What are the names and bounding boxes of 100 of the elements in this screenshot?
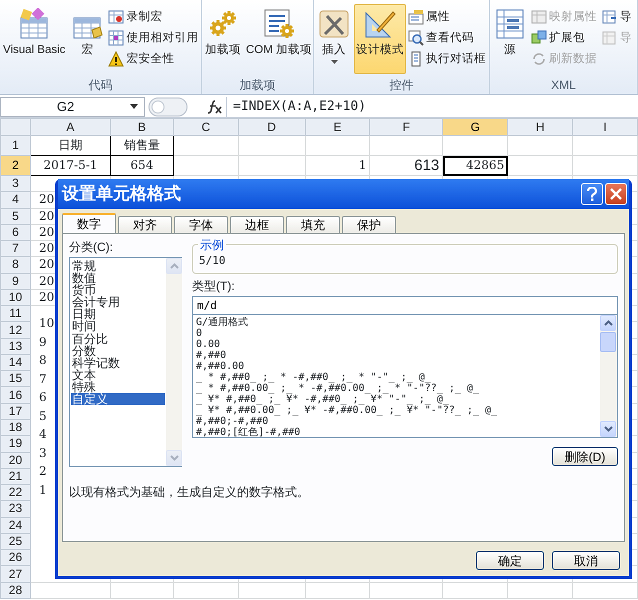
row-header[interactable]: 15 (0, 370, 30, 387)
column-header[interactable]: E (305, 118, 370, 136)
list-item[interactable]: 常规 (71, 260, 165, 272)
row-header[interactable]: 21 (0, 468, 30, 485)
dialog-button[interactable]: 确定 (476, 551, 544, 570)
table-cell[interactable]: 2017-5-1 (30, 156, 110, 176)
list-item[interactable]: G/通用格式 (196, 317, 597, 328)
row-header[interactable]: 9 (0, 273, 30, 290)
help-button[interactable] (581, 183, 603, 205)
row-header[interactable]: 25 (0, 533, 30, 550)
list-item[interactable]: 0 (196, 328, 597, 339)
ribbon-button[interactable]: 宏 (68, 4, 106, 74)
column-header[interactable]: G (442, 118, 508, 136)
ribbon-button[interactable]: 录制宏 (107, 6, 200, 27)
select-all-corner[interactable] (0, 118, 30, 136)
row-header[interactable]: 14 (0, 354, 30, 371)
ribbon-button[interactable]: 扩展包 (530, 27, 598, 48)
list-item[interactable]: _ ¥* #,##0.00_ ;_ ¥* -#,##0.00_ ;_ ¥* "-"??_ ;_ @_ (196, 405, 597, 416)
dialog-tab[interactable]: 对齐 (118, 216, 172, 233)
ribbon-button[interactable]: COM 加载项 (244, 4, 313, 74)
ribbon-button[interactable]: 使用相对引用 (107, 27, 200, 48)
formula-text[interactable]: =INDEX(A:A,E2+10) (233, 96, 366, 116)
ribbon-button[interactable]: 执行对话框 (407, 48, 487, 69)
list-item[interactable]: 货币 (71, 284, 165, 296)
scrollbar[interactable] (600, 315, 617, 437)
row-header[interactable]: 2 (0, 156, 30, 176)
row-header[interactable]: 28 (0, 582, 30, 598)
row-header[interactable]: 1 (0, 136, 30, 156)
list-item[interactable]: _ ¥* #,##0_ ;_ ¥* -#,##0_ ;_ ¥* "-"_ ;_ @_ (196, 394, 597, 405)
row-header[interactable]: 12 (0, 322, 30, 338)
row-header[interactable]: 11 (0, 306, 30, 322)
ribbon-button[interactable]: 导 (601, 6, 633, 27)
row-header[interactable]: 17 (0, 403, 30, 420)
scroll-up-icon[interactable] (604, 320, 612, 326)
row-header[interactable]: 26 (0, 550, 30, 566)
list-item[interactable]: 数值 (71, 272, 165, 284)
dialog-tab[interactable]: 保护 (342, 216, 396, 233)
list-item[interactable]: #,##0;[红色]-#,##0 (196, 427, 597, 437)
dialog-button[interactable]: 取消 (552, 551, 620, 570)
row-header[interactable]: 20 (0, 452, 30, 468)
row-header[interactable]: 13 (0, 338, 30, 354)
format-list[interactable] (192, 315, 618, 438)
table-cell[interactable]: 1 (305, 156, 370, 176)
row-header[interactable]: 19 (0, 436, 30, 452)
list-item[interactable]: 时间 (71, 320, 165, 333)
list-item[interactable]: 科学记数 (71, 356, 165, 369)
row-header[interactable]: 16 (0, 386, 30, 404)
row-header[interactable]: 10 (0, 289, 30, 306)
ribbon-button[interactable]: Visual Basic (1, 4, 68, 74)
column-header[interactable]: B (110, 118, 174, 136)
list-item[interactable]: 自定义 (71, 393, 165, 406)
list-item[interactable]: 百分比 (71, 332, 165, 345)
row-header[interactable]: 6 (0, 224, 30, 241)
list-item[interactable]: #,##0;-#,##0 (196, 416, 597, 427)
row-header[interactable]: 27 (0, 566, 30, 582)
close-button[interactable] (605, 183, 627, 205)
type-field[interactable]: m/d (192, 296, 618, 315)
row-header[interactable]: 22 (0, 484, 30, 501)
category-list[interactable]: 常规 数值 货币 会计专用 日期 时间 百分比 分数 科学记数 文本 特殊 自定义 (69, 257, 182, 467)
dialog-tab[interactable]: 数字 (62, 213, 116, 233)
table-cell[interactable]: 654 (110, 156, 174, 176)
table-cell[interactable]: 42865 (442, 156, 508, 176)
function-icon[interactable] (206, 98, 224, 114)
list-item[interactable]: _ * #,##0.00_ ;_ * -#,##0.00_ ;_ * "-"??_ ;_ @_ (196, 383, 597, 394)
column-header[interactable]: A (30, 118, 110, 136)
row-header[interactable]: 23 (0, 500, 30, 518)
dialog-tab[interactable]: 字体 (174, 216, 228, 233)
delete-button[interactable]: 删除(D) (552, 447, 618, 466)
dialog-tab[interactable]: 边框 (230, 216, 284, 233)
ribbon-button[interactable]: 设计模式 (354, 4, 406, 74)
list-item[interactable]: #,##0.00 (196, 361, 597, 372)
ribbon-button[interactable]: 属性 (407, 6, 487, 27)
column-header[interactable]: H (508, 118, 573, 136)
list-item[interactable]: 会计专用 (71, 296, 165, 308)
scroll-down-icon[interactable] (604, 426, 612, 432)
ribbon-button[interactable]: 查看代码 (407, 27, 487, 48)
list-item[interactable]: 分数 (71, 344, 165, 357)
list-item[interactable]: 日期 (71, 308, 165, 320)
list-item[interactable]: #,##0 (196, 350, 597, 361)
list-item[interactable]: 0.00 (196, 339, 597, 350)
ribbon-button[interactable]: 加载项 (203, 4, 243, 74)
list-item[interactable]: _ * #,##0_ ;_ * -#,##0_ ;_ * "-"_ ;_ @_ (196, 372, 597, 383)
row-header[interactable]: 24 (0, 517, 30, 534)
row-header[interactable]: 8 (0, 256, 30, 274)
ribbon-button[interactable]: 插入 (315, 4, 353, 74)
row-header[interactable]: 3 (0, 176, 30, 192)
row-header[interactable]: 18 (0, 419, 30, 436)
splitter-handle-icon[interactable] (148, 96, 188, 116)
list-item[interactable]: 特殊 (71, 380, 165, 394)
row-header[interactable]: 5 (0, 208, 30, 224)
column-header[interactable]: F (370, 118, 443, 136)
row-header[interactable]: 4 (0, 192, 30, 208)
column-header[interactable]: I (572, 118, 638, 136)
table-cell[interactable]: 613 (370, 156, 443, 176)
ribbon-button[interactable]: 源 (491, 4, 529, 74)
ribbon-button[interactable]: 宏安全性 (107, 48, 200, 69)
name-box[interactable]: G2 (0, 96, 145, 116)
column-header[interactable]: C (173, 118, 238, 136)
column-header[interactable]: D (238, 118, 306, 136)
scroll-thumb[interactable] (600, 332, 616, 352)
